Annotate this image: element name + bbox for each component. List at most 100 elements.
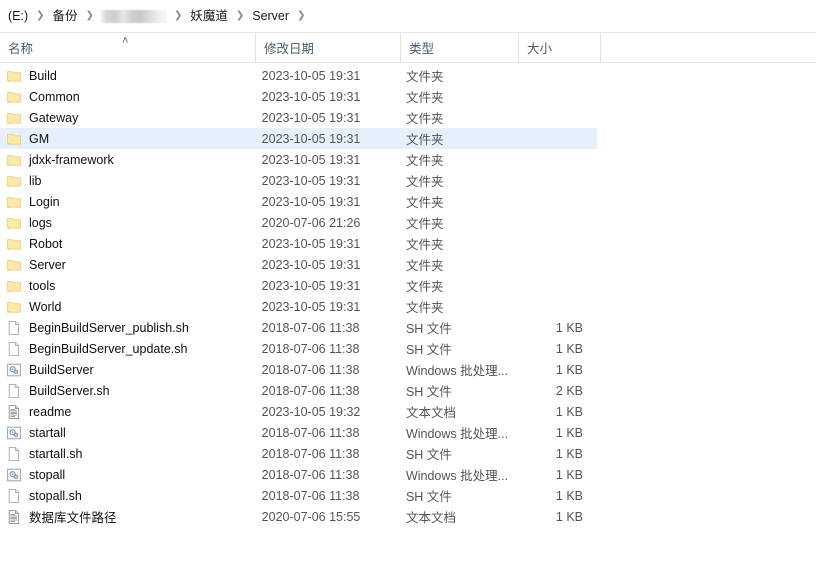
file-name-cell[interactable]: logs <box>0 215 254 231</box>
breadcrumb-separator-icon[interactable]: ❯ <box>83 8 97 24</box>
file-name-cell[interactable]: BuildServer <box>0 362 254 378</box>
file-list-row[interactable]: stopall.sh 2018-07-06 11:38 SH 文件 1 KB <box>0 485 597 506</box>
file-date-cell: 2018-07-06 11:38 <box>261 383 360 398</box>
file-name-label: Gateway <box>29 110 79 125</box>
text-document-icon <box>6 404 22 420</box>
file-list-row[interactable]: readme 2023-10-05 19:32 文本文档 1 KB <box>0 401 597 422</box>
file-list-row[interactable]: BuildServer.sh 2018-07-06 11:38 SH 文件 2 KB <box>0 380 597 401</box>
file-date-cell: 2018-07-06 11:38 <box>261 362 360 377</box>
file-date-cell: 2023-10-05 19:31 <box>261 89 361 104</box>
file-type-cell: Windows 批处理... <box>405 469 509 483</box>
file-name-cell[interactable]: Gateway <box>0 110 254 126</box>
file-list-row[interactable]: Robot 2023-10-05 19:31 文件夹 <box>0 233 597 254</box>
breadcrumb-item[interactable]: Server <box>247 6 294 26</box>
file-name-cell[interactable]: startall.sh <box>0 446 254 462</box>
file-list-row[interactable]: tools 2023-10-05 19:31 文件夹 <box>0 275 597 296</box>
batch-file-icon <box>6 425 22 441</box>
file-type-cell: 文件夹 <box>405 238 444 252</box>
column-header-end-divider <box>600 32 601 63</box>
breadcrumb-separator-icon[interactable]: ❯ <box>233 8 247 24</box>
file-size-cell: 1 KB <box>555 404 583 419</box>
folder-icon <box>6 89 22 105</box>
file-size-cell: 1 KB <box>555 488 583 503</box>
file-list-row[interactable]: World 2023-10-05 19:31 文件夹 <box>0 296 597 317</box>
breadcrumb-separator-icon[interactable]: ❯ <box>33 8 47 24</box>
file-name-label: BeginBuildServer_update.sh <box>29 341 188 356</box>
column-header-size[interactable]: 大小 <box>518 32 600 63</box>
file-list-row[interactable]: BeginBuildServer_publish.sh 2018-07-06 11… <box>0 317 597 338</box>
file-name-cell[interactable]: GM <box>0 131 254 147</box>
file-name-cell[interactable]: BuildServer.sh <box>0 383 254 399</box>
file-date-cell: 2023-10-05 19:31 <box>261 257 361 272</box>
file-name-cell[interactable]: BeginBuildServer_publish.sh <box>0 320 254 336</box>
file-type-cell: 文件夹 <box>405 280 444 294</box>
file-list-row[interactable]: BuildServer 2018-07-06 11:38 Windows 批处理..… <box>0 359 597 380</box>
file-date-cell: 2023-10-05 19:31 <box>261 236 361 251</box>
breadcrumb-item[interactable]: (E:) <box>3 6 33 26</box>
file-date-cell: 2018-07-06 11:38 <box>261 446 360 461</box>
file-name-cell[interactable]: Server <box>0 257 254 273</box>
breadcrumb-bar[interactable]: (E:) ❯ 备份 ❯ ❯ 妖魔道 ❯ Server ❯ <box>0 0 816 33</box>
blank-document-icon <box>6 488 22 504</box>
file-size-cell: 1 KB <box>555 320 583 335</box>
batch-file-icon <box>6 467 22 483</box>
file-date-cell: 2023-10-05 19:31 <box>261 110 361 125</box>
file-list-row[interactable]: Login 2023-10-05 19:31 文件夹 <box>0 191 597 212</box>
file-name-cell[interactable]: World <box>0 299 254 315</box>
file-name-cell[interactable]: tools <box>0 278 254 294</box>
file-size-cell: 1 KB <box>555 467 583 482</box>
breadcrumb-item[interactable]: 妖魔道 <box>185 6 233 26</box>
file-list-row[interactable]: Build 2023-10-05 19:31 文件夹 <box>0 65 597 86</box>
file-name-cell[interactable]: Build <box>0 68 254 84</box>
column-header-date[interactable]: 修改日期 <box>255 32 400 63</box>
file-name-cell[interactable]: jdxk-framework <box>0 152 254 168</box>
file-list-row[interactable]: Gateway 2023-10-05 19:31 文件夹 <box>0 107 597 128</box>
file-name-cell[interactable]: Robot <box>0 236 254 252</box>
file-date-cell: 2018-07-06 11:38 <box>261 467 360 482</box>
file-date-cell: 2018-07-06 11:38 <box>261 341 360 356</box>
file-name-label: startall <box>29 425 66 440</box>
file-date-cell: 2023-10-05 19:31 <box>261 68 361 83</box>
file-name-label: lib <box>29 173 42 188</box>
file-name-label: jdxk-framework <box>29 152 114 167</box>
folder-icon <box>6 152 22 168</box>
file-name-cell[interactable]: stopall <box>0 467 254 483</box>
text-document-icon <box>6 509 22 525</box>
file-name-cell[interactable]: stopall.sh <box>0 488 254 504</box>
file-date-cell: 2023-10-05 19:31 <box>261 152 361 167</box>
column-header-name[interactable]: 名称 ˄ <box>0 33 255 63</box>
folder-icon <box>6 131 22 147</box>
file-list-row[interactable]: Server 2023-10-05 19:31 文件夹 <box>0 254 597 275</box>
file-name-cell[interactable]: readme <box>0 404 254 420</box>
breadcrumb-item[interactable]: 备份 <box>48 6 83 26</box>
file-date-cell: 2023-10-05 19:31 <box>261 278 361 293</box>
file-list-row[interactable]: startall.sh 2018-07-06 11:38 SH 文件 1 KB <box>0 443 597 464</box>
file-name-cell[interactable]: 数据库文件路径 <box>0 507 254 526</box>
file-list-row[interactable]: logs 2020-07-06 21:26 文件夹 <box>0 212 597 233</box>
file-list-row[interactable]: jdxk-framework 2023-10-05 19:31 文件夹 <box>0 149 597 170</box>
breadcrumb-separator-icon[interactable]: ❯ <box>171 8 185 24</box>
file-date-cell: 2018-07-06 11:38 <box>261 488 360 503</box>
file-list-row[interactable]: Common 2023-10-05 19:31 文件夹 <box>0 86 597 107</box>
folder-icon <box>6 278 22 294</box>
folder-icon <box>6 299 22 315</box>
file-name-label: GM <box>29 131 50 146</box>
file-list-row[interactable]: lib 2023-10-05 19:31 文件夹 <box>0 170 597 191</box>
file-name-cell[interactable]: lib <box>0 173 254 189</box>
file-name-cell[interactable]: startall <box>0 425 254 441</box>
file-name-cell[interactable]: Login <box>0 194 254 210</box>
breadcrumb-item-redacted[interactable] <box>100 9 167 23</box>
file-list-row[interactable]: startall 2018-07-06 11:38 Windows 批处理... 1 … <box>0 422 597 443</box>
file-type-cell: 文件夹 <box>405 70 444 84</box>
file-type-cell: SH 文件 <box>405 490 452 504</box>
file-list-row[interactable]: BeginBuildServer_update.sh 2018-07-06 11:… <box>0 338 597 359</box>
file-name-cell[interactable]: BeginBuildServer_update.sh <box>0 341 254 357</box>
breadcrumb-separator-icon[interactable]: ❯ <box>294 8 308 24</box>
file-name-cell[interactable]: Common <box>0 89 254 105</box>
file-list-row[interactable]: GM 2023-10-05 19:31 文件夹 <box>0 128 597 149</box>
file-list-row[interactable]: 数据库文件路径 2020-07-06 15:55 文本文档 1 KB <box>0 506 597 527</box>
folder-icon <box>6 215 22 231</box>
file-list-row[interactable]: stopall 2018-07-06 11:38 Windows 批处理... 1 K… <box>0 464 597 485</box>
file-list[interactable]: Build 2023-10-05 19:31 文件夹 Common 2023-10-05… <box>0 63 816 527</box>
column-header-type[interactable]: 类型 <box>400 32 518 63</box>
